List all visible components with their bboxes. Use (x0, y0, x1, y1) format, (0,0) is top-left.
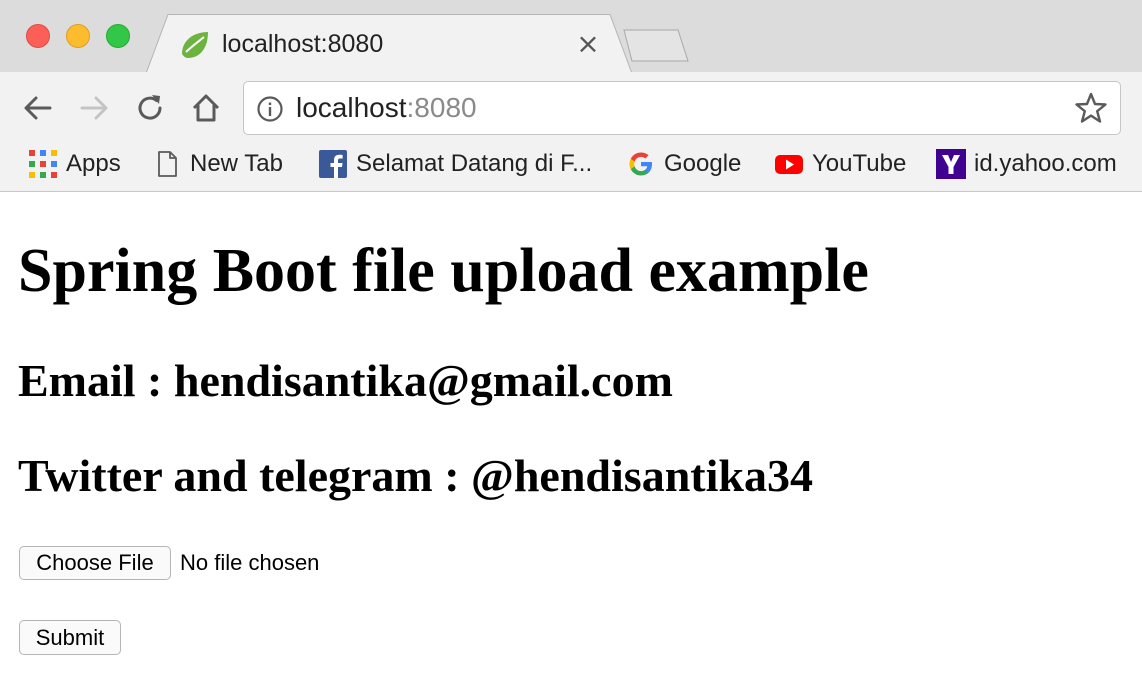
bookmark-label: New Tab (190, 150, 283, 177)
bookmark-google[interactable]: Google (626, 146, 741, 182)
minimize-window-button[interactable] (66, 24, 90, 48)
spring-leaf-icon (182, 32, 208, 58)
url-text[interactable]: localhost:8080 (296, 90, 477, 126)
social-heading: Twitter and telegram : @hendisantika34 (18, 450, 813, 501)
url-port: :8080 (406, 92, 477, 123)
back-arrow-icon[interactable] (20, 90, 56, 126)
choose-file-button[interactable]: Choose File (19, 546, 171, 580)
zoom-window-button[interactable] (106, 24, 130, 48)
bookmark-label: Google (664, 150, 742, 177)
home-icon[interactable] (188, 90, 224, 126)
google-icon (629, 152, 652, 176)
bookmark-label: id.yahoo.com (974, 150, 1117, 177)
bookmark-yahoo[interactable]: id.yahoo.com (936, 146, 1117, 182)
bookmark-label: Selamat Datang di F... (356, 150, 593, 177)
page-content: Spring Boot file upload example Email : … (0, 193, 1142, 688)
reload-icon[interactable] (132, 90, 168, 126)
facebook-icon (319, 150, 347, 178)
file-status-text: No file chosen (180, 550, 320, 575)
bookmark-new-tab[interactable]: New Tab (152, 146, 283, 182)
info-icon[interactable] (256, 95, 284, 123)
youtube-icon (775, 155, 803, 174)
close-window-button[interactable] (26, 24, 50, 48)
bookmark-facebook[interactable]: Selamat Datang di F... (318, 146, 592, 182)
yahoo-icon (936, 149, 966, 179)
bookmark-star-icon[interactable] (1074, 91, 1108, 125)
tab-close-icon[interactable]: × (574, 28, 602, 60)
bookmark-label: Apps (66, 150, 121, 177)
page-title: Spring Boot file upload example (18, 237, 869, 305)
email-heading: Email : hendisantika@gmail.com (18, 355, 673, 406)
page-icon (158, 151, 177, 177)
submit-button[interactable]: Submit (19, 620, 121, 655)
bookmark-apps[interactable]: Apps (28, 146, 121, 182)
apps-grid-icon (29, 150, 57, 178)
new-tab-button[interactable] (620, 28, 692, 64)
tab-title: localhost:8080 (222, 30, 384, 58)
bookmark-label: YouTube (812, 150, 907, 177)
bookmark-youtube[interactable]: YouTube (774, 146, 906, 182)
url-host: localhost (296, 92, 407, 123)
tab-active[interactable] (146, 14, 632, 74)
forward-arrow-icon[interactable] (76, 90, 112, 126)
